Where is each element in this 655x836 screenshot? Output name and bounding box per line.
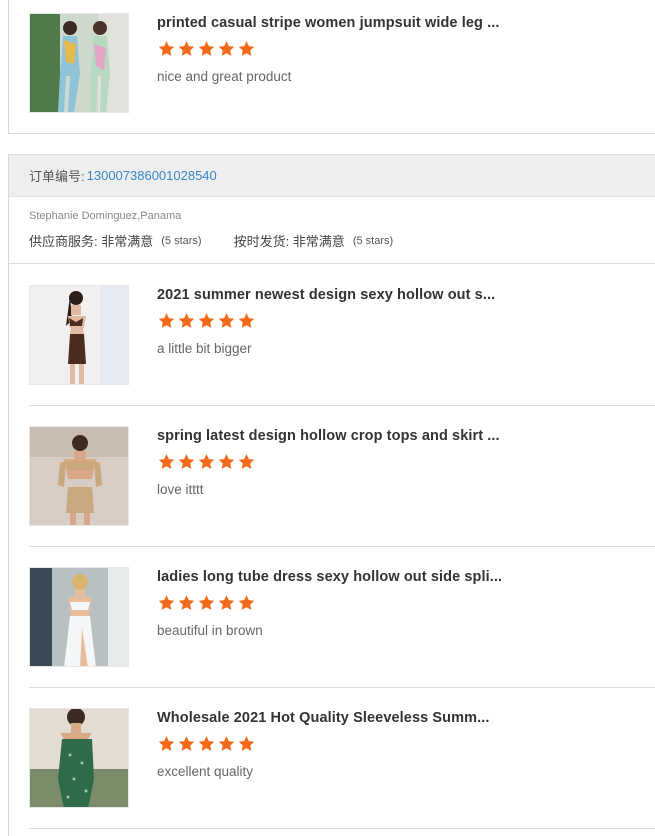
rating-stars — [157, 594, 256, 612]
rating-stars — [157, 40, 256, 58]
product-thumbnail[interactable] — [29, 426, 129, 526]
rating-stars — [157, 312, 256, 330]
product-title[interactable]: 2021 summer newest design sexy hollow ou… — [157, 287, 517, 303]
product-thumbnail[interactable] — [29, 13, 129, 113]
review-card-previous: printed casual stripe women jumpsuit wid… — [8, 0, 655, 134]
star-icon — [158, 736, 175, 751]
seller-ratings: 供应商服务: 非常满意 (5 stars) 按时发货: 非常满意 (5 star… — [29, 231, 655, 250]
product-thumbnail[interactable] — [29, 285, 129, 385]
item-divider — [29, 546, 655, 547]
shipping-stars: (5 stars) — [352, 234, 394, 247]
star-icon — [238, 595, 255, 610]
star-icon — [198, 313, 215, 328]
product-title[interactable]: Wholesale 2021 Hot Quality Sleeveless Su… — [157, 710, 517, 726]
star-icon — [238, 736, 255, 751]
star-icon — [178, 454, 195, 469]
star-icon — [178, 41, 195, 56]
review-comment: a little bit bigger — [157, 341, 252, 356]
order-review-card: 订单编号: 130007386001028540 Stephanie Domin… — [8, 154, 655, 836]
star-icon — [158, 41, 175, 56]
star-icon — [218, 736, 235, 751]
star-icon — [178, 736, 195, 751]
review-comment: excellent quality — [157, 764, 254, 779]
item-divider — [29, 687, 655, 688]
product-title[interactable]: printed casual stripe women jumpsuit wid… — [157, 15, 517, 31]
rating-stars — [157, 735, 256, 753]
review-comment: beautiful in brown — [157, 623, 263, 638]
star-icon — [198, 454, 215, 469]
product-thumbnail[interactable] — [29, 567, 129, 667]
star-icon — [218, 454, 235, 469]
item-divider — [29, 405, 655, 406]
star-icon — [178, 313, 195, 328]
star-icon — [198, 736, 215, 751]
star-icon — [158, 313, 175, 328]
product-title[interactable]: ladies long tube dress sexy hollow out s… — [157, 569, 517, 585]
star-icon — [238, 454, 255, 469]
product-title[interactable]: spring latest design hollow crop tops an… — [157, 428, 517, 444]
shipping-rating: 按时发货: 非常满意 — [233, 234, 345, 249]
buyer-name: Stephanie Dominguez,Panama — [29, 210, 182, 222]
star-icon — [238, 41, 255, 56]
star-icon — [218, 41, 235, 56]
order-number-label: 订单编号: — [29, 169, 85, 184]
item-divider — [29, 828, 655, 829]
star-icon — [198, 595, 215, 610]
star-icon — [218, 595, 235, 610]
star-icon — [178, 595, 195, 610]
product-thumbnail[interactable] — [29, 708, 129, 808]
rating-stars — [157, 453, 256, 471]
buyer-info: Stephanie Dominguez,Panama 供应商服务: 非常满意 (… — [9, 197, 655, 264]
star-icon — [238, 313, 255, 328]
star-icon — [198, 41, 215, 56]
supplier-service-rating: 供应商服务: 非常满意 — [29, 234, 154, 249]
star-icon — [158, 595, 175, 610]
order-header: 订单编号: 130007386001028540 — [9, 155, 655, 197]
star-icon — [158, 454, 175, 469]
star-icon — [218, 313, 235, 328]
review-comment: love itttt — [157, 482, 204, 497]
order-number-link[interactable]: 130007386001028540 — [87, 168, 217, 183]
supplier-service-stars: (5 stars) — [161, 234, 202, 247]
review-comment: nice and great product — [157, 69, 292, 84]
